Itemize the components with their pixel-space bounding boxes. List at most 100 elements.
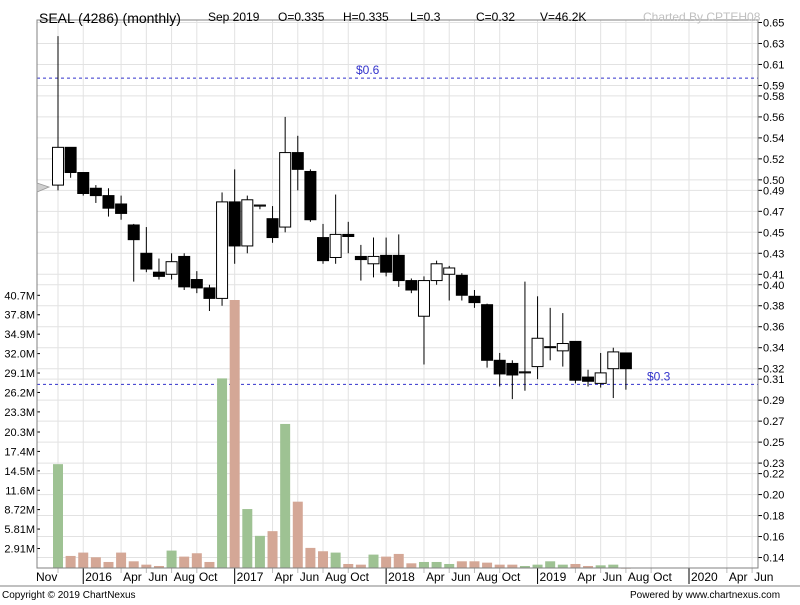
candle-body (241, 199, 254, 247)
volume-bar (78, 552, 89, 568)
volume-bar (217, 378, 228, 568)
x-tick-label: Oct (653, 570, 672, 584)
candle-body (178, 255, 191, 288)
volume-tick-label: 14.5M (4, 466, 35, 478)
candle-body (127, 224, 140, 241)
x-tick-label: Aug (174, 570, 195, 584)
candle-body (190, 279, 203, 289)
candle-body (619, 352, 632, 370)
volume-bar (368, 554, 379, 568)
background (0, 0, 800, 600)
volume-bar (292, 501, 303, 568)
reference-line-label: $0.3 (647, 369, 671, 383)
volume-tick-label: 40.7M (4, 290, 35, 302)
volume-bar (355, 564, 366, 568)
copyright-text: Copyright © 2019 ChartNexus (2, 590, 136, 600)
volume-bar (191, 553, 202, 568)
x-tick-label: Jun (451, 570, 470, 584)
candle-body (607, 351, 620, 370)
volume-bar (242, 509, 253, 568)
price-tick-label: 0.27 (763, 416, 784, 428)
candle-body (64, 146, 77, 174)
price-tick-label: 0.52 (763, 154, 784, 166)
x-tick-label: Apr (729, 570, 748, 584)
volume-bar (570, 563, 581, 568)
header-close: C=0.32 (476, 10, 515, 24)
x-tick-label: Apr (123, 570, 142, 584)
candle-body (165, 261, 178, 275)
volume-tick-label: 26.2M (4, 387, 35, 399)
volume-bar (166, 550, 177, 568)
volume-tick-label: 20.3M (4, 427, 35, 439)
volume-bar (431, 561, 442, 568)
header-high: H=0.335 (343, 10, 389, 24)
x-tick-label: Aug (628, 570, 649, 584)
price-tick-label: 0.49 (763, 185, 784, 197)
candle-body (531, 337, 544, 368)
price-tick-label: 0.58 (763, 91, 784, 103)
candle-body (582, 376, 595, 382)
volume-bar (381, 556, 392, 568)
candle-body (152, 271, 165, 277)
volume-bar (229, 300, 240, 568)
stock-chart: $0.6 $0.3 0.65 0.63 0.61 0.59 0.58 0.56 0.54 0.5… (0, 0, 800, 601)
price-tick-label: 0.47 (763, 206, 784, 218)
x-tick-label: 2016 (85, 570, 112, 584)
price-tick-label: 0.29 (763, 395, 784, 407)
candle-body (417, 280, 430, 317)
candle-body (506, 362, 519, 376)
candle-body (544, 346, 557, 349)
volume-tick-label: 37.8M (4, 310, 35, 322)
candle-body (455, 274, 468, 296)
volume-tick-label: 29.1M (4, 368, 35, 380)
volume-bar (343, 563, 354, 568)
price-tick-label: 0.40 (763, 280, 784, 292)
candle-body (354, 255, 367, 261)
candle-body (89, 187, 102, 197)
candle-body (52, 146, 64, 186)
candle-body (380, 254, 393, 273)
candle-body (77, 172, 90, 194)
price-tick-label: 0.56 (763, 112, 784, 124)
candle-body (556, 343, 569, 352)
candle-body (443, 267, 456, 275)
candle-body (430, 263, 443, 282)
volume-bar (254, 535, 265, 568)
volume-bar (204, 561, 215, 568)
volume-bar (53, 464, 63, 568)
volume-bar (608, 564, 619, 568)
chart-svg: $0.6$0.3 0.650.630.610.590.580.560.540.5… (0, 0, 800, 601)
price-tick-label: 0.38 (763, 301, 784, 313)
volume-bar (141, 564, 152, 568)
volume-tick-label: 17.4M (4, 446, 35, 458)
price-tick-label: 0.31 (763, 374, 784, 386)
volume-tick-label: 32.0M (4, 349, 35, 361)
volume-bar (393, 553, 404, 568)
price-tick-label: 0.18 (763, 511, 784, 523)
candle-body (481, 304, 494, 361)
candle-body (304, 170, 317, 221)
price-tick-label: 0.45 (763, 227, 784, 239)
volume-tick-label: 23.3M (4, 407, 35, 419)
candle-body (140, 252, 153, 270)
candle-body (405, 280, 418, 291)
price-tick-label: 0.63 (763, 38, 784, 50)
volume-bar (532, 564, 543, 568)
price-tick-label: 0.36 (763, 322, 784, 334)
candle-body (493, 359, 506, 375)
volume-tick-label: 8.72M (4, 505, 35, 517)
volume-bar (318, 551, 329, 568)
volume-bar (90, 557, 101, 568)
candle-body (468, 295, 481, 304)
candle-body (203, 287, 216, 299)
x-tick-label: Nov (36, 570, 57, 584)
candle-body (342, 233, 355, 238)
x-tick-label: Apr (426, 570, 445, 584)
x-tick-label: Aug (476, 570, 497, 584)
candle-body (594, 372, 607, 384)
volume-tick-label: 34.9M (4, 329, 35, 341)
volume-bar (545, 561, 556, 568)
x-tick-label: Apr (577, 570, 596, 584)
x-tick-label: 2019 (540, 570, 567, 584)
reference-line-label: $0.6 (356, 63, 380, 77)
